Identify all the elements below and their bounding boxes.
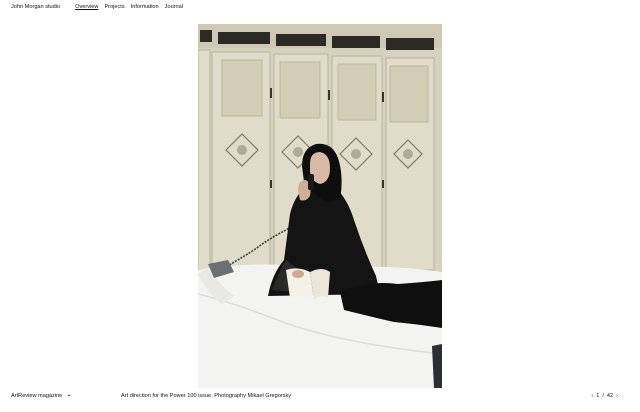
- expand-plus-icon[interactable]: +: [67, 393, 70, 399]
- project-photo[interactable]: [198, 24, 442, 388]
- top-nav: John Morgan studio Overview Projects Inf…: [11, 4, 189, 10]
- nav-information[interactable]: Information: [131, 4, 159, 10]
- project-title[interactable]: ArtReview magazine: [11, 393, 62, 399]
- current-page: 1: [596, 393, 600, 399]
- nav-overview[interactable]: Overview: [75, 4, 98, 10]
- pagination: ‹ 1 / 42 ›: [591, 393, 618, 399]
- photo-illustration: [198, 24, 442, 388]
- total-pages: 42: [606, 393, 614, 399]
- next-arrow-icon[interactable]: ›: [616, 393, 618, 399]
- nav-journal[interactable]: Journal: [165, 4, 183, 10]
- page-separator: /: [602, 393, 604, 399]
- photo-caption: Art direction for the Power 100 issue. P…: [121, 393, 292, 399]
- studio-name[interactable]: John Morgan studio: [11, 4, 60, 10]
- prev-arrow-icon[interactable]: ‹: [591, 393, 593, 399]
- footer: ArtReview magazine + Art direction for t…: [0, 393, 640, 403]
- nav-projects[interactable]: Projects: [104, 4, 124, 10]
- project-title-group: ArtReview magazine +: [11, 393, 71, 399]
